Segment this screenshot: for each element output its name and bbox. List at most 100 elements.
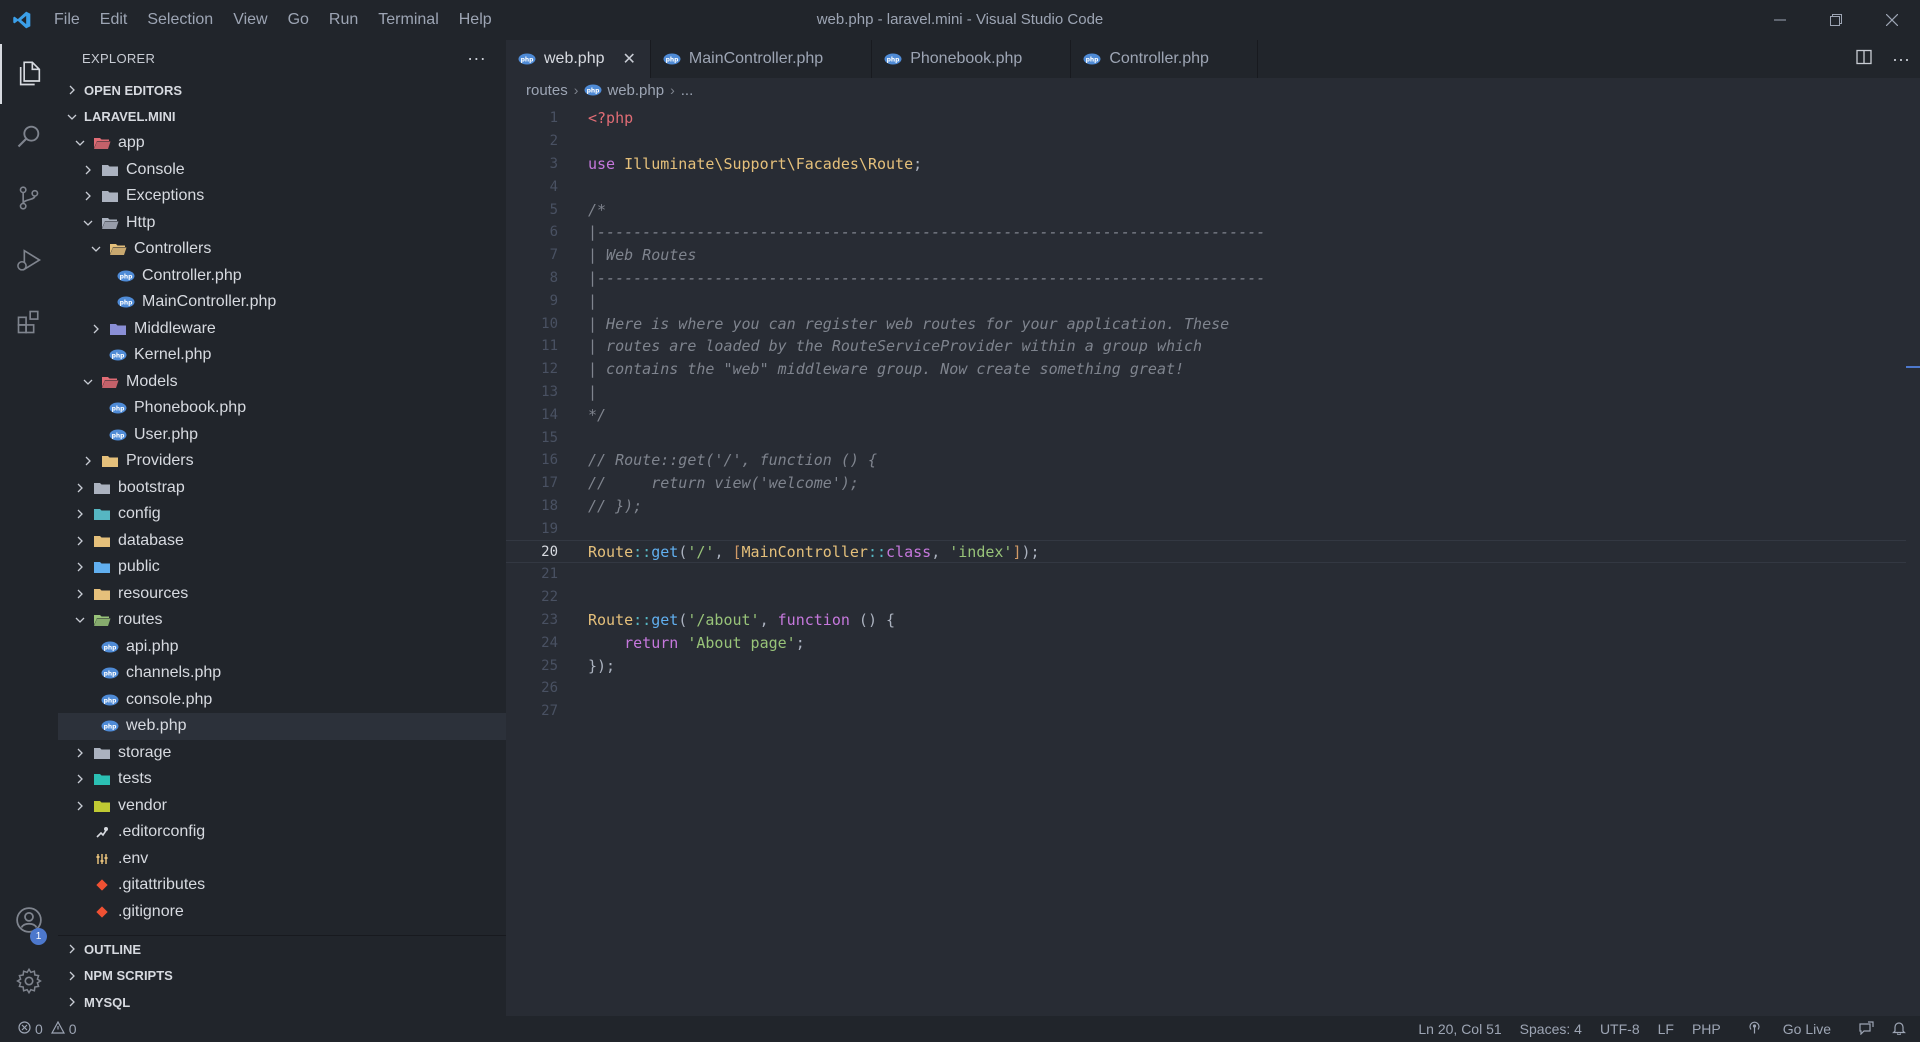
code-line[interactable]: 6 |--------------------------------------…	[506, 221, 1906, 244]
tree-folder[interactable]: Http	[58, 210, 506, 237]
code-line[interactable]: 3 use Illuminate\Support\Facades\Route;	[506, 153, 1906, 176]
tree-file[interactable]: php User.php	[58, 422, 506, 449]
tree-file[interactable]: .env	[58, 846, 506, 873]
source-control-icon[interactable]	[0, 168, 58, 228]
tree-file[interactable]: php Kernel.php	[58, 342, 506, 369]
tree-file[interactable]: php Phonebook.php	[58, 395, 506, 422]
project-section[interactable]: LARAVEL.MINI	[58, 104, 506, 131]
tree-file[interactable]: php channels.php	[58, 660, 506, 687]
tree-folder[interactable]: resources	[58, 581, 506, 608]
tree-file[interactable]: php console.php	[58, 687, 506, 714]
section-outline[interactable]: OUTLINE	[58, 936, 506, 963]
code-line[interactable]: 4	[506, 175, 1906, 198]
menu-run[interactable]: Run	[319, 0, 368, 40]
tree-folder[interactable]: Middleware	[58, 316, 506, 343]
menu-selection[interactable]: Selection	[137, 0, 223, 40]
language-mode[interactable]: PHP	[1683, 1021, 1730, 1037]
menu-file[interactable]: File	[44, 0, 90, 40]
close-window-button[interactable]	[1864, 0, 1920, 40]
encoding[interactable]: UTF-8	[1591, 1021, 1649, 1037]
more-actions-icon[interactable]: ···	[467, 48, 486, 69]
tree-folder[interactable]: routes	[58, 607, 506, 634]
code-line[interactable]: 18 // });	[506, 495, 1906, 518]
notifications-bell-icon[interactable]	[1883, 1021, 1920, 1038]
tree-file[interactable]: php MainController.php	[58, 289, 506, 316]
tree-folder[interactable]: vendor	[58, 793, 506, 820]
tree-file[interactable]: .htaccess	[58, 925, 506, 930]
tree-folder[interactable]: bootstrap	[58, 475, 506, 502]
code-line[interactable]: 5 /*	[506, 198, 1906, 221]
end-of-line[interactable]: LF	[1649, 1021, 1683, 1037]
code-line[interactable]: 9 |	[506, 289, 1906, 312]
go-live-button[interactable]: Go Live	[1730, 1021, 1849, 1037]
extensions-icon[interactable]	[0, 292, 58, 352]
section-npm-scripts[interactable]: NPM SCRIPTS	[58, 963, 506, 990]
section-mysql[interactable]: MYSQL	[58, 989, 506, 1016]
code-line[interactable]: 11 | routes are loaded by the RouteServic…	[506, 335, 1906, 358]
tab-maincontroller-php[interactable]: php MainController.php	[650, 40, 873, 78]
tree-folder[interactable]: config	[58, 501, 506, 528]
indentation[interactable]: Spaces: 4	[1511, 1021, 1591, 1037]
code-line[interactable]: 15	[506, 426, 1906, 449]
tree-file[interactable]: php web.php	[58, 713, 506, 740]
code-line[interactable]: 22	[506, 586, 1906, 609]
tree-folder[interactable]: Models	[58, 369, 506, 396]
code-line[interactable]: 25});	[506, 654, 1906, 677]
tree-folder[interactable]: storage	[58, 740, 506, 767]
run-debug-icon[interactable]	[0, 230, 58, 290]
split-editor-icon[interactable]	[1856, 49, 1872, 70]
code-line[interactable]: 16 // Route::get('/', function () {	[506, 449, 1906, 472]
tree-folder[interactable]: Console	[58, 157, 506, 184]
code-line[interactable]: 20 Route:: get('/', [MainController:: class…	[506, 540, 1906, 563]
code-line[interactable]: 23 Route:: get('/about', function () {	[506, 609, 1906, 632]
code-line[interactable]: 17 // return view('welcome');	[506, 472, 1906, 495]
code-editor[interactable]: 1 <?php 2 3 use Illuminate\Support\Facades\R…	[506, 106, 1920, 986]
more-editor-actions-icon[interactable]: ···	[1892, 49, 1910, 70]
breadcrumb-more[interactable]: ...	[681, 82, 694, 99]
tree-folder[interactable]: Providers	[58, 448, 506, 475]
breadcrumb-file[interactable]: web.php	[607, 82, 664, 99]
code-line[interactable]: 19	[506, 517, 1906, 540]
open-editors-section[interactable]: OPEN EDITORS	[58, 77, 506, 104]
explorer-icon[interactable]	[0, 44, 58, 104]
code-line[interactable]: 7 | Web Routes	[506, 244, 1906, 267]
tab-phonebook-php[interactable]: php Phonebook.php	[872, 40, 1072, 78]
tree-folder[interactable]: tests	[58, 766, 506, 793]
menu-view[interactable]: View	[223, 0, 277, 40]
menu-help[interactable]: Help	[449, 0, 502, 40]
breadcrumb-folder[interactable]: routes	[526, 82, 568, 99]
code-line[interactable]: 14 */	[506, 403, 1906, 426]
menu-terminal[interactable]: Terminal	[368, 0, 448, 40]
tree-folder[interactable]: public	[58, 554, 506, 581]
code-line[interactable]: 26	[506, 677, 1906, 700]
code-line[interactable]: 27	[506, 700, 1906, 723]
menu-go[interactable]: Go	[278, 0, 319, 40]
code-line[interactable]: 13 |	[506, 381, 1906, 404]
code-line[interactable]: 1 <?php	[506, 107, 1906, 130]
feedback-icon[interactable]	[1849, 1020, 1883, 1038]
code-line[interactable]: 21	[506, 563, 1906, 586]
close-tab-icon[interactable]: ✕	[623, 49, 636, 69]
tree-file[interactable]: .editorconfig	[58, 819, 506, 846]
code-line[interactable]: 2	[506, 130, 1906, 153]
tree-folder[interactable]: Controllers	[58, 236, 506, 263]
minimize-button[interactable]	[1752, 0, 1808, 40]
tree-file[interactable]: php api.php	[58, 634, 506, 661]
restore-button[interactable]	[1808, 0, 1864, 40]
tree-folder[interactable]: Exceptions	[58, 183, 506, 210]
menu-edit[interactable]: Edit	[90, 0, 138, 40]
accounts-icon[interactable]: 1	[0, 890, 58, 950]
tree-folder[interactable]: database	[58, 528, 506, 555]
code-line[interactable]: 8 |--------------------------------------…	[506, 267, 1906, 290]
code-line[interactable]: 10 | Here is where you can register web r…	[506, 312, 1906, 335]
problems-indicator[interactable]: 0 0	[0, 1020, 77, 1037]
tree-file[interactable]: .gitignore	[58, 899, 506, 926]
settings-gear-icon[interactable]	[0, 951, 58, 1011]
tree-file[interactable]: .gitattributes	[58, 872, 506, 899]
cursor-position[interactable]: Ln 20, Col 51	[1409, 1021, 1510, 1037]
tree-file[interactable]: php Controller.php	[58, 263, 506, 290]
tab-web-php[interactable]: php web.php ✕	[506, 40, 651, 78]
code-line[interactable]: 24 return 'About page';	[506, 631, 1906, 654]
search-icon[interactable]	[0, 106, 58, 166]
code-line[interactable]: 12 | contains the "web" middleware group.…	[506, 358, 1906, 381]
